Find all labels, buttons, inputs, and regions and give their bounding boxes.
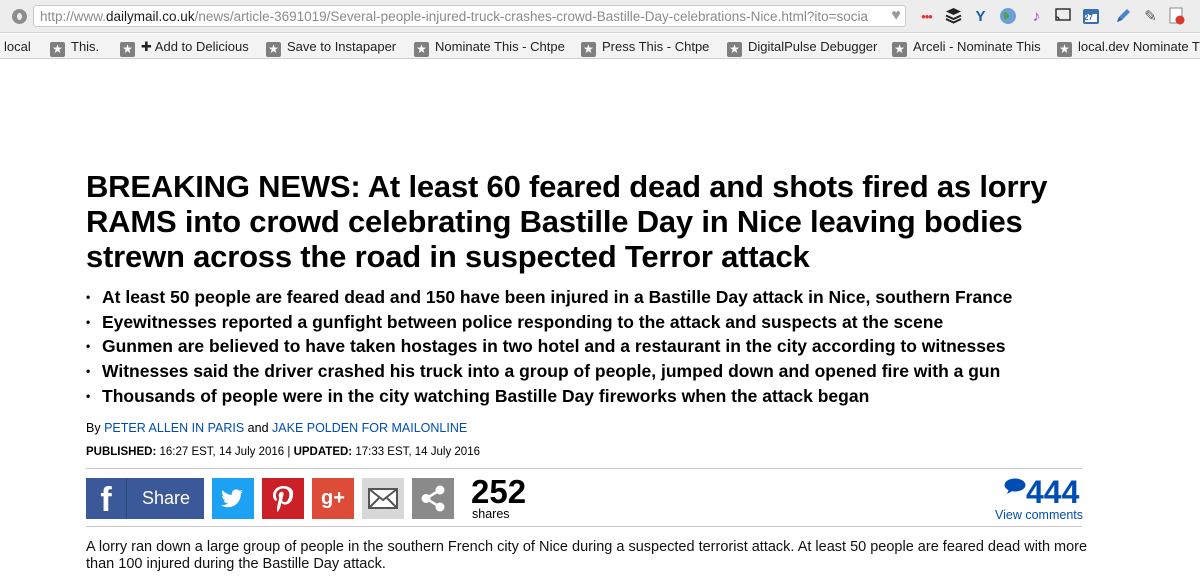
calendar-badge: 27 bbox=[1084, 13, 1093, 22]
bookmark-star-icon: ★ bbox=[120, 42, 135, 57]
divider bbox=[86, 468, 1082, 469]
buffer-icon[interactable] bbox=[944, 7, 963, 26]
bookmark-star-icon: ★ bbox=[414, 42, 429, 57]
bookmark-label: Arceli - Nominate This bbox=[913, 39, 1041, 54]
published-label: PUBLISHED: bbox=[86, 446, 157, 458]
cast-icon[interactable] bbox=[1053, 7, 1072, 26]
google-plus-icon: g+ bbox=[321, 487, 345, 509]
bookmark-item[interactable]: ★ local.dev Nominate Th bbox=[1057, 38, 1200, 57]
pen-icon[interactable] bbox=[1113, 7, 1132, 26]
bookmark-label: ✚ Add to Delicious bbox=[141, 39, 249, 54]
google-plus-share-button[interactable]: g+ bbox=[312, 478, 354, 519]
article-dates: PUBLISHED: 16:27 EST, 14 July 2016 | UPD… bbox=[86, 445, 480, 459]
byline: By PETER ALLEN IN PARIS and JAKE POLDEN … bbox=[86, 420, 467, 436]
bookmark-label: Nominate This - Chtpe bbox=[435, 39, 565, 54]
summary-bullet: Gunmen are believed to have taken hostag… bbox=[86, 334, 1136, 359]
bookmark-item[interactable]: ★ Save to Instapaper bbox=[266, 38, 397, 57]
tools-icon[interactable]: ✎ bbox=[1141, 7, 1160, 26]
author-link[interactable]: JAKE POLDEN FOR MAILONLINE bbox=[272, 421, 467, 435]
bookmark-label: local.dev Nominate Th bbox=[1078, 39, 1200, 54]
music-note-icon[interactable]: ♪ bbox=[1027, 7, 1046, 26]
facebook-share-button[interactable]: f Share bbox=[86, 478, 204, 519]
bookmark-star-icon: ★ bbox=[727, 42, 742, 57]
dots-icon[interactable]: ••• bbox=[917, 7, 936, 26]
article-headline: BREAKING NEWS: At least 60 feared dead a… bbox=[86, 169, 1048, 274]
mail-icon bbox=[368, 488, 398, 509]
published-date: 16:27 EST, 14 July 2016 bbox=[159, 446, 285, 458]
pinterest-icon bbox=[273, 486, 294, 512]
summary-bullet: At least 50 people are feared dead and 1… bbox=[86, 285, 1136, 310]
summary-bullet: Eyewitnesses reported a gunfight between… bbox=[86, 310, 1136, 335]
share-icon bbox=[421, 485, 445, 512]
bookmark-label: Save to Instapaper bbox=[287, 39, 397, 54]
divider bbox=[86, 526, 1082, 527]
bookmark-star-icon: ★ bbox=[50, 42, 65, 57]
bookmark-label: local bbox=[4, 39, 31, 54]
article-summary-list: At least 50 people are feared dead and 1… bbox=[86, 285, 1136, 408]
bookmark-label: This. bbox=[71, 39, 100, 54]
bookmark-label: Press This - Chtpe bbox=[602, 39, 710, 54]
bookmark-item[interactable]: ★ Press This - Chtpe bbox=[581, 38, 710, 57]
byline-conjunction: and bbox=[247, 421, 269, 435]
bookmark-star-icon: ★ bbox=[266, 42, 281, 57]
bookmark-item[interactable]: ★ DigitalPulse Debugger bbox=[727, 38, 878, 57]
site-info-icon[interactable] bbox=[12, 9, 27, 24]
address-field[interactable]: http://www.dailymail.co.uk/news/article-… bbox=[33, 5, 906, 27]
y-icon[interactable]: Y bbox=[971, 7, 990, 26]
bookmark-label: DigitalPulse Debugger bbox=[748, 39, 878, 54]
email-share-button[interactable] bbox=[362, 478, 404, 519]
view-comments-link[interactable]: View comments bbox=[995, 508, 1083, 522]
bookmarks-bar: local ★ This. ★ ✚ Add to Delicious ★ Save t… bbox=[0, 34, 1200, 59]
updated-label: UPDATED: bbox=[293, 446, 353, 458]
bookmark-item[interactable]: local bbox=[4, 38, 31, 55]
author-link[interactable]: PETER ALLEN IN PARIS bbox=[104, 421, 244, 435]
address-text[interactable]: http://www.dailymail.co.uk/news/article-… bbox=[40, 9, 880, 24]
bookmark-item[interactable]: ★ Nominate This - Chtpe bbox=[414, 38, 565, 57]
url-bar: http://www.dailymail.co.uk/news/article-… bbox=[0, 0, 1200, 33]
globe-icon[interactable] bbox=[998, 7, 1017, 26]
twitter-icon bbox=[221, 489, 243, 508]
date-separator: | bbox=[287, 446, 291, 458]
pinterest-share-button[interactable] bbox=[262, 478, 304, 519]
bookmark-star-icon: ★ bbox=[892, 42, 907, 57]
comment-bubble-icon[interactable] bbox=[1004, 478, 1026, 494]
facebook-share-label: Share bbox=[141, 488, 191, 508]
heart-icon[interactable]: ♥ bbox=[888, 7, 904, 25]
summary-bullet: Witnesses said the driver crashed his tr… bbox=[86, 359, 1136, 384]
byline-prefix: By bbox=[86, 421, 101, 435]
share-count-label: shares bbox=[472, 507, 510, 521]
twitter-share-button[interactable] bbox=[212, 478, 254, 519]
bookmark-star-icon: ★ bbox=[581, 42, 596, 57]
summary-bullet: Thousands of people were in the city wat… bbox=[86, 384, 1136, 409]
article-body-paragraph: A lorry ran down a large group of people… bbox=[86, 539, 1088, 572]
updated-date: 17:33 EST, 14 July 2016 bbox=[355, 446, 480, 458]
more-share-button[interactable] bbox=[412, 478, 454, 519]
comment-count[interactable]: 444 bbox=[1026, 474, 1079, 510]
bookmark-item[interactable]: ★ This. bbox=[50, 38, 100, 57]
facebook-icon: f bbox=[86, 478, 127, 519]
share-count: 252 bbox=[471, 473, 527, 510]
bookmark-item[interactable]: ★ Arceli - Nominate This bbox=[892, 38, 1041, 57]
bookmark-star-icon: ★ bbox=[1057, 42, 1072, 57]
pdf-icon[interactable] bbox=[1167, 7, 1186, 26]
bookmark-item[interactable]: ★ ✚ Add to Delicious bbox=[120, 38, 249, 57]
calendar-icon[interactable]: 27 bbox=[1081, 7, 1100, 26]
